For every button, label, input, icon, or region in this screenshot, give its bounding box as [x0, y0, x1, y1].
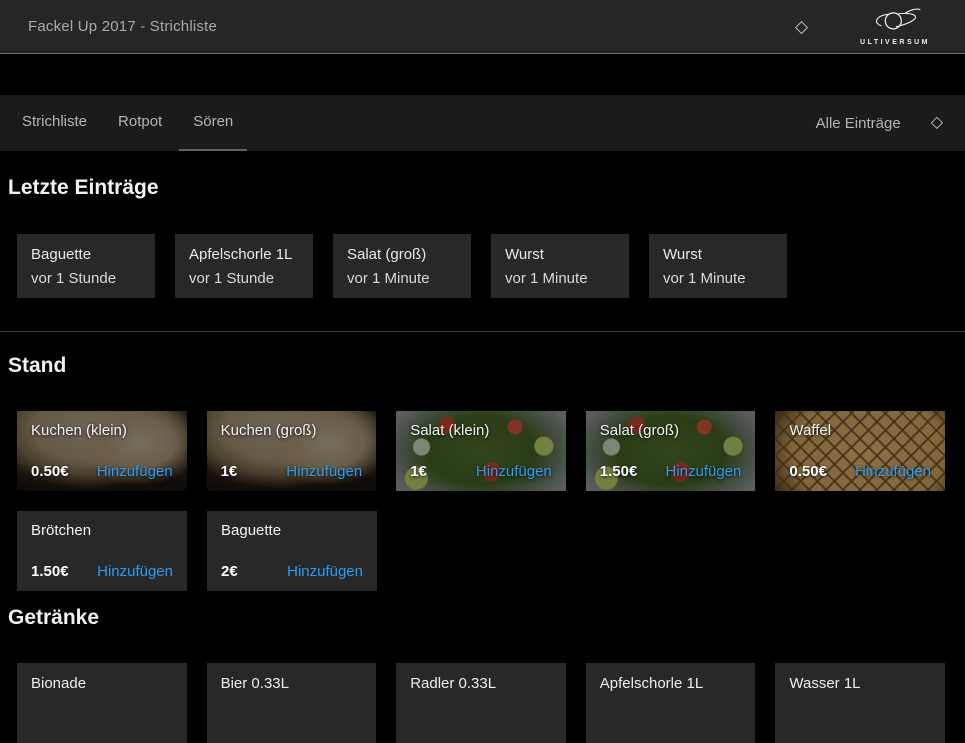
product-price: 0.50€: [789, 463, 827, 480]
topbar: Fackel Up 2017 - Strichliste ◇ ULTIVERSU…: [0, 0, 965, 54]
product-price: 2€: [221, 563, 238, 580]
product-card-broetchen[interactable]: Brötchen 1.50€ Hinzufügen: [17, 511, 187, 591]
product-name: Bionade: [31, 675, 173, 692]
add-button[interactable]: Hinzufügen: [476, 463, 552, 480]
product-name: Salat (klein): [410, 422, 552, 439]
product-card-kuchen-gross[interactable]: Kuchen (groß) 1€ Hinzufügen: [207, 411, 377, 491]
app-title: Fackel Up 2017 - Strichliste: [28, 18, 217, 35]
entry-name: Apfelschorle 1L: [189, 244, 299, 265]
recent-entries-heading: Letzte Einträge: [8, 176, 965, 200]
product-name: Salat (groß): [600, 422, 742, 439]
product-price: 1.50€: [31, 563, 69, 580]
product-price: 1€: [410, 463, 427, 480]
tab-rotpot[interactable]: Rotpot: [104, 95, 176, 151]
product-name: Kuchen (groß): [221, 422, 363, 439]
tabbar-right: Alle Einträge ◇: [816, 95, 943, 151]
product-name: Baguette: [221, 522, 363, 539]
topbar-right: ◇ ULTIVERSUM: [795, 7, 930, 46]
ultiversum-logo: ULTIVERSUM: [860, 7, 930, 46]
product-name: Brötchen: [31, 522, 173, 539]
tab-strichliste[interactable]: Strichliste: [8, 95, 101, 151]
entry-time: vor 1 Minute: [663, 268, 773, 289]
drink-card-radler[interactable]: Radler 0.33L: [396, 663, 566, 743]
add-button[interactable]: Hinzufügen: [287, 563, 363, 580]
drink-card-bier[interactable]: Bier 0.33L: [207, 663, 377, 743]
product-price: 1.50€: [600, 463, 638, 480]
recent-entry-card: Salat (groß) vor 1 Minute: [333, 234, 471, 298]
product-name: Kuchen (klein): [31, 422, 173, 439]
tabbar: Strichliste Rotpot Sören Alle Einträge ◇: [0, 95, 965, 151]
product-card-kuchen-klein[interactable]: Kuchen (klein) 0.50€ Hinzufügen: [17, 411, 187, 491]
recent-entry-card: Wurst vor 1 Minute: [491, 234, 629, 298]
all-entries-link[interactable]: Alle Einträge: [816, 115, 901, 132]
drink-card-apfelschorle[interactable]: Apfelschorle 1L: [586, 663, 756, 743]
product-card-salat-gross[interactable]: Salat (groß) 1.50€ Hinzufügen: [586, 411, 756, 491]
stand-heading: Stand: [8, 354, 965, 378]
section-divider: [0, 331, 965, 332]
product-name: Radler 0.33L: [410, 675, 552, 692]
product-name: Apfelschorle 1L: [600, 675, 742, 692]
product-name: Bier 0.33L: [221, 675, 363, 692]
product-price: 0.50€: [31, 463, 69, 480]
entry-time: vor 1 Minute: [505, 268, 615, 289]
drinks-heading: Getränke: [8, 606, 965, 630]
product-name: Waffel: [789, 422, 931, 439]
diamond-icon[interactable]: ◇: [795, 18, 808, 35]
drink-card-bionade[interactable]: Bionade: [17, 663, 187, 743]
drinks-row: Bionade Bier 0.33L Radler 0.33L Apfelsch…: [0, 663, 965, 743]
product-card-baguette[interactable]: Baguette 2€ Hinzufügen: [207, 511, 377, 591]
entry-name: Salat (groß): [347, 244, 457, 265]
add-button[interactable]: Hinzufügen: [97, 563, 173, 580]
logo-text: ULTIVERSUM: [860, 39, 930, 46]
drink-card-wasser[interactable]: Wasser 1L: [775, 663, 945, 743]
entry-time: vor 1 Stunde: [189, 268, 299, 289]
recent-entry-card: Baguette vor 1 Stunde: [17, 234, 155, 298]
entry-time: vor 1 Stunde: [31, 268, 141, 289]
product-card-waffel[interactable]: Waffel 0.50€ Hinzufügen: [775, 411, 945, 491]
product-card-salat-klein[interactable]: Salat (klein) 1€ Hinzufügen: [396, 411, 566, 491]
recent-entry-card: Apfelschorle 1L vor 1 Stunde: [175, 234, 313, 298]
tab-soeren[interactable]: Sören: [179, 95, 247, 151]
planet-icon: [868, 7, 922, 38]
product-price: 1€: [221, 463, 238, 480]
stand-row-1: Kuchen (klein) 0.50€ Hinzufügen Kuchen (…: [0, 411, 965, 491]
recent-entries-row: Baguette vor 1 Stunde Apfelschorle 1L vo…: [0, 234, 965, 298]
add-button[interactable]: Hinzufügen: [855, 463, 931, 480]
entry-name: Baguette: [31, 244, 141, 265]
product-name: Wasser 1L: [789, 675, 931, 692]
entry-name: Wurst: [663, 244, 773, 265]
add-button[interactable]: Hinzufügen: [665, 463, 741, 480]
add-button[interactable]: Hinzufügen: [286, 463, 362, 480]
diamond-icon[interactable]: ◇: [931, 115, 943, 131]
entry-time: vor 1 Minute: [347, 268, 457, 289]
recent-entry-card: Wurst vor 1 Minute: [649, 234, 787, 298]
stand-row-2: Brötchen 1.50€ Hinzufügen Baguette 2€ Hi…: [0, 511, 965, 591]
entry-name: Wurst: [505, 244, 615, 265]
add-button[interactable]: Hinzufügen: [97, 463, 173, 480]
